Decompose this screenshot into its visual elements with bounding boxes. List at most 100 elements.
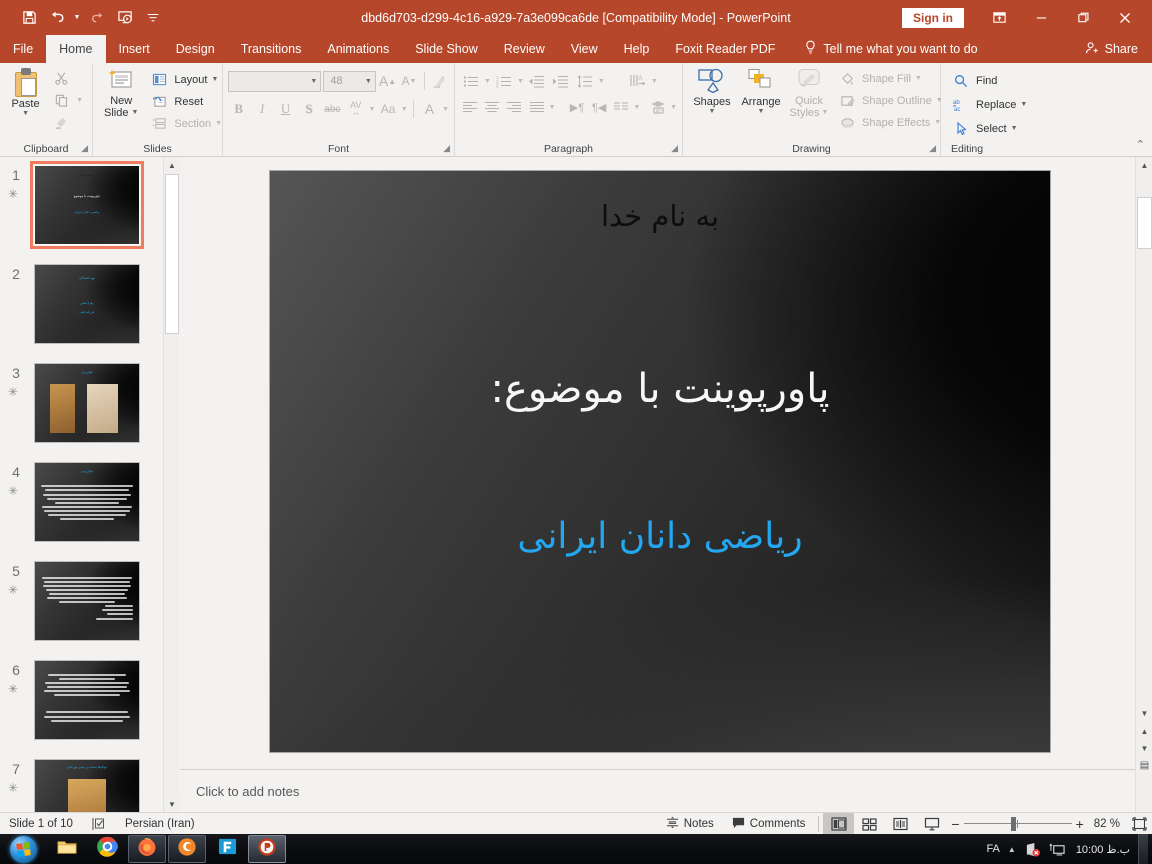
shape-fill-dropdown-icon[interactable]: ▼ <box>915 75 922 82</box>
thumbnail-slide-1[interactable]: 1 ✳ به نام خدا پاورپوینت با موضوع: ریاضی… <box>0 161 163 262</box>
comments-button[interactable]: Comments <box>723 813 815 835</box>
copy-button[interactable]: ▼ <box>46 90 87 111</box>
taskbar-foxit[interactable] <box>208 835 246 863</box>
thumbnail-image[interactable] <box>34 660 140 740</box>
language-indicator-tray[interactable]: FA <box>986 843 999 855</box>
align-left-button[interactable] <box>460 96 480 118</box>
redo-icon[interactable] <box>84 6 110 30</box>
arrange-dropdown-icon[interactable]: ▼ <box>758 108 765 116</box>
save-icon[interactable] <box>16 6 42 30</box>
center-button[interactable] <box>482 96 502 118</box>
taskbar-file-explorer[interactable] <box>48 835 86 863</box>
numbering-dropdown-icon[interactable]: ▼ <box>517 78 524 85</box>
tab-foxit-reader-pdf[interactable]: Foxit Reader PDF <box>662 35 788 63</box>
strikethrough-button[interactable]: abc <box>322 98 343 120</box>
tab-animations[interactable]: Animations <box>314 35 402 63</box>
tab-view[interactable]: View <box>558 35 611 63</box>
start-button[interactable] <box>0 835 46 863</box>
section-dropdown-icon[interactable]: ▼ <box>215 120 222 127</box>
slide-subtitle-text[interactable]: ریاضی دانان ایرانی <box>270 516 1050 557</box>
text-direction-button[interactable]: A <box>627 70 649 92</box>
cut-button[interactable] <box>46 68 87 89</box>
previous-slide-icon[interactable]: ▲ <box>1136 723 1152 739</box>
thumbnail-image[interactable] <box>34 561 140 641</box>
tab-help[interactable]: Help <box>611 35 663 63</box>
tell-me-search[interactable]: Tell me what you want to do <box>788 35 978 63</box>
underline-button[interactable]: U <box>275 98 296 120</box>
zoom-slider-handle[interactable] <box>1010 816 1016 831</box>
text-shadow-button[interactable]: S <box>298 98 319 120</box>
show-hidden-icons-arrow[interactable]: ▲ <box>1008 845 1016 854</box>
shape-outline-button[interactable]: Shape Outline ▼ <box>832 90 947 111</box>
font-size-input[interactable]: 48 ▼ <box>323 70 376 92</box>
taskbar-powerpoint[interactable] <box>248 835 286 863</box>
fit-to-window-button[interactable] <box>1126 813 1152 835</box>
layout-button[interactable]: Layout ▼ <box>144 69 226 90</box>
character-spacing-button[interactable]: AV ↔ <box>345 98 366 120</box>
layout-dropdown-icon[interactable]: ▼ <box>211 76 218 83</box>
thumbnail-slide-2[interactable]: 2 تهیه کنندگان زهرا اصلی فرزانه فخر <box>0 262 163 361</box>
slide-text-bismillah[interactable]: به نام خدا <box>270 199 1050 233</box>
collapse-ribbon-button[interactable]: ⌃ <box>1136 138 1145 151</box>
find-button[interactable]: Find <box>946 70 1031 91</box>
zoom-in-button[interactable]: + <box>1072 813 1088 835</box>
tab-insert[interactable]: Insert <box>106 35 163 63</box>
start-presentation-icon[interactable] <box>112 6 138 30</box>
select-button[interactable]: Select ▼ <box>946 118 1031 139</box>
tab-design[interactable]: Design <box>163 35 228 63</box>
quick-styles-button[interactable]: Quick Styles ▼ <box>786 66 832 136</box>
scroll-down-icon[interactable]: ▼ <box>1136 705 1152 721</box>
clipboard-dialog-launcher[interactable]: ◢ <box>81 143 88 154</box>
shape-fill-button[interactable]: Shape Fill ▼ <box>832 68 947 89</box>
undo-icon[interactable] <box>44 6 70 30</box>
numbering-button[interactable]: 123 <box>493 70 515 92</box>
line-spacing-button[interactable] <box>574 70 596 92</box>
tab-transitions[interactable]: Transitions <box>228 35 315 63</box>
thumb-scroll-handle[interactable] <box>165 174 179 334</box>
tab-home[interactable]: Home <box>46 35 106 63</box>
thumbnail-slide-7[interactable]: 7 ✳ ابوالوفا محمد بن یحیی بوزجانی <box>0 757 163 812</box>
font-dialog-launcher[interactable]: ◢ <box>443 143 450 154</box>
character-spacing-dropdown-icon[interactable]: ▼ <box>368 106 375 113</box>
taskbar-chrome[interactable] <box>88 835 126 863</box>
align-right-button[interactable] <box>504 96 524 118</box>
scroll-up-icon[interactable]: ▲ <box>1136 157 1152 173</box>
reading-view-button[interactable] <box>885 813 916 835</box>
decrease-font-size-icon[interactable]: A ▼ <box>399 70 418 92</box>
paste-button[interactable]: Paste ▼ <box>5 66 46 136</box>
thumbnail-image[interactable]: خوارزمی <box>34 363 140 443</box>
change-case-dropdown-icon[interactable]: ▼ <box>401 106 408 113</box>
customize-qat-icon[interactable] <box>140 6 166 30</box>
spell-check-icon[interactable] <box>82 813 116 835</box>
justify-dropdown-icon[interactable]: ▼ <box>549 104 556 111</box>
sign-in-button[interactable]: Sign in <box>902 7 964 28</box>
slide-counter[interactable]: Slide 1 of 10 <box>0 813 82 835</box>
justify-button[interactable] <box>526 96 546 118</box>
notes-pane[interactable]: Click to add notes <box>180 769 1135 812</box>
display-icon[interactable] <box>1049 842 1066 857</box>
shapes-dropdown-icon[interactable]: ▼ <box>709 108 716 116</box>
minimize-button[interactable] <box>1020 3 1062 33</box>
notes-button[interactable]: Notes <box>657 813 723 835</box>
font-size-dropdown-icon[interactable]: ▼ <box>365 78 372 85</box>
scroll-options-icon[interactable]: ▤ <box>1136 757 1152 773</box>
network-error-icon[interactable] <box>1024 842 1041 857</box>
tab-file[interactable]: File <box>0 35 46 63</box>
paragraph-dialog-launcher[interactable]: ◢ <box>671 143 678 154</box>
tab-slide-show[interactable]: Slide Show <box>402 35 491 63</box>
change-case-button[interactable]: Aa <box>377 98 398 120</box>
thumbnail-scrollbar[interactable]: ▲ ▼ <box>163 157 180 812</box>
new-slide-button[interactable]: New Slide ▼ <box>98 66 144 136</box>
font-color-button[interactable]: A <box>419 98 440 120</box>
reset-button[interactable]: Reset <box>144 91 226 112</box>
undo-dropdown-icon[interactable]: ▼ <box>72 6 82 30</box>
thumbnail-image[interactable]: ابوالوفا محمد بن یحیی بوزجانی <box>34 759 140 812</box>
replace-button[interactable]: ab ac Replace ▼ <box>946 94 1031 115</box>
zoom-out-button[interactable]: − <box>947 813 963 835</box>
slide-thumbnail-pane[interactable]: 1 ✳ به نام خدا پاورپوینت با موضوع: ریاضی… <box>0 157 163 812</box>
normal-view-button[interactable] <box>823 812 855 835</box>
smartart-dropdown-icon[interactable]: ▼ <box>670 104 677 111</box>
shape-effects-button[interactable]: Shape Effects ▼ <box>832 112 947 133</box>
bullets-dropdown-icon[interactable]: ▼ <box>484 78 491 85</box>
copy-dropdown-icon[interactable]: ▼ <box>76 97 83 104</box>
